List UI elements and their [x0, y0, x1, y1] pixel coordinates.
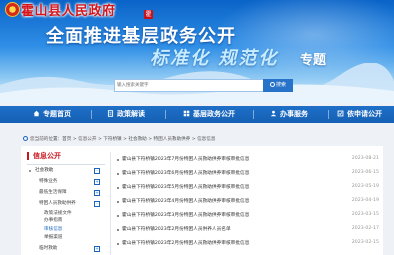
sidebar-item-policy-files[interactable]: 政策法规文件 [44, 211, 72, 217]
bullet-icon [117, 229, 119, 231]
bullet-icon [117, 173, 119, 175]
breadcrumb: 您当前的位置：首页 > 信息公开 > 下符桥镇 > 社会救助 > 特困人员救助供… [23, 136, 215, 142]
nav-item-disclosure[interactable]: 基层政务公开 [183, 106, 235, 123]
nav-item-label: 基层政务公开 [193, 110, 235, 118]
nav-item-label: 专题首页 [43, 110, 71, 118]
expand-toggle-icon[interactable]: + [94, 246, 100, 252]
list-item-date: 2023-02-17 [351, 226, 379, 231]
list-item-date: 2023-06-15 [351, 170, 379, 175]
sidebar-item-guide[interactable]: 办事指南 [44, 218, 62, 224]
list-item[interactable]: 霍山县下符桥镇2023年6月份特困人员救助供养审核审批信息 2023-06-15 [117, 169, 379, 180]
sidebar: 信息公开 社会救助 - 特殊业务 + 最低生活保障 + 特困人员救助供养 - 政… [27, 152, 105, 255]
list-item-title[interactable]: 霍山县下符桥镇2023年3月份特困人员救助供养审核审批信息 [122, 212, 249, 218]
bullet-icon [117, 201, 119, 203]
collapse-toggle-icon[interactable]: - [94, 201, 100, 207]
bullet-icon [117, 159, 119, 161]
search-icon [269, 82, 275, 87]
list-item-date: 2023-02-15 [351, 240, 379, 245]
list-item-title[interactable]: 霍山县下符桥镇2023年2月份特困人员救助供养审核审批信息 [122, 240, 249, 246]
search-input[interactable] [115, 80, 261, 91]
site-title[interactable]: 霍山县人民政府 [21, 0, 116, 19]
sidebar-divider [27, 164, 105, 165]
bullet-icon [117, 215, 119, 217]
home-icon [33, 110, 40, 117]
sidebar-title: 信息公开 [27, 152, 61, 160]
doc-icon [107, 110, 114, 117]
content-divider [110, 152, 111, 255]
list-item-date: 2023-04-19 [351, 198, 379, 203]
bullet-icon [117, 243, 119, 245]
nav-item-policy[interactable]: 政策解读 [107, 106, 145, 123]
sidebar-item-review-info[interactable]: 审核信息 [44, 227, 62, 233]
list-item[interactable]: 霍山县下符桥镇2023年2月份特困人员供养人员名单 2023-02-17 [117, 225, 379, 236]
content-card: 信息公开 社会救助 - 特殊业务 + 最低生活保障 + 特困人员救助供养 - 政… [21, 146, 383, 255]
nav-item-label: 政策解读 [117, 110, 145, 118]
apply-icon [337, 110, 344, 117]
sidebar-item-temporary-aid[interactable]: 临时救助 [39, 246, 57, 252]
search-box [114, 79, 264, 92]
nav-divider [91, 110, 92, 119]
list-item[interactable]: 霍山县下符桥镇2023年4月份特困人员救助供养审核审批信息 2023-04-19 [117, 197, 379, 208]
list-item-title[interactable]: 霍山县下符桥镇2023年7月份特困人员救助供养审核审批信息 [122, 156, 249, 162]
list-item-date: 2023-03-15 [351, 212, 379, 217]
list-item[interactable]: 霍山县下符桥镇2023年7月份特困人员救助供养审核审批信息 2023-08-21 [117, 155, 379, 166]
national-emblem-icon [5, 2, 20, 17]
sub-slogan-tail: 专题 [300, 53, 327, 68]
main-nav: 专题首页 政策解读 基层政务公开 办事服务 依申请公开 [0, 106, 394, 123]
sidebar-item-minimum-living[interactable]: 最低生活保障 [39, 190, 67, 196]
breadcrumb-text[interactable]: 您当前的位置：首页 > 信息公开 > 下符桥镇 > 社会救助 > 特困人员救助供… [30, 137, 215, 142]
nav-item-services[interactable]: 办事服务 [270, 106, 308, 123]
nav-item-apply[interactable]: 依申请公开 [337, 106, 382, 123]
nav-divider [328, 110, 329, 119]
search-button-label: 搜索 [275, 82, 286, 88]
list-item-title[interactable]: 霍山县下符桥镇2023年5月份特困人员救助供养审核审批信息 [122, 184, 249, 190]
sidebar-item-destitute-support[interactable]: 特困人员救助供养 [39, 201, 76, 207]
nav-divider [253, 110, 254, 119]
list-item-title[interactable]: 霍山县下符桥镇2023年6月份特困人员救助供养审核审批信息 [122, 170, 249, 176]
list-item[interactable]: 霍山县下符桥镇2023年5月份特困人员救助供养审核审批信息 2023-05-19 [117, 183, 379, 194]
list-item[interactable]: 霍山县下符桥镇2023年3月份特困人员救助供养审核审批信息 2023-03-15 [117, 211, 379, 222]
nav-item-home[interactable]: 专题首页 [33, 106, 71, 123]
list-item-date: 2023-05-19 [351, 184, 379, 189]
sidebar-item-report-channel[interactable]: 举报渠道 [44, 235, 62, 241]
tree-dot-icon [29, 170, 31, 172]
list-item-title[interactable]: 霍山县下符桥镇2023年4月份特困人员救助供养审核审批信息 [122, 198, 249, 204]
expand-toggle-icon[interactable]: + [94, 179, 100, 185]
expand-toggle-icon[interactable]: + [94, 190, 100, 196]
grid-icon [183, 110, 190, 117]
sidebar-item-special[interactable]: 特殊业务 [39, 179, 57, 185]
location-icon [23, 136, 28, 141]
bullet-icon [117, 187, 119, 189]
sidebar-item-social-assistance[interactable]: 社会救助 [35, 168, 53, 174]
header-banner: 霍山县人民政府 霍 全面推进基层政务公开 标准化 规范化 专题 搜索 [0, 0, 394, 103]
list-item-date: 2023-08-21 [351, 156, 379, 161]
sub-slogan: 标准化 规范化 [150, 48, 279, 69]
search-button[interactable]: 搜索 [263, 79, 293, 92]
seal-icon: 霍 [144, 10, 153, 19]
nav-item-label: 办事服务 [280, 110, 308, 118]
nav-item-label: 依申请公开 [347, 110, 382, 118]
list-item[interactable]: 霍山县下符桥镇2023年2月份特困人员救助供养审核审批信息 2023-02-15 [117, 239, 379, 250]
list-item-title[interactable]: 霍山县下符桥镇2023年2月份特困人员供养人员名单 [122, 226, 231, 232]
nav-divider [165, 110, 166, 119]
collapse-toggle-icon[interactable]: - [94, 168, 100, 174]
service-icon [270, 110, 277, 117]
